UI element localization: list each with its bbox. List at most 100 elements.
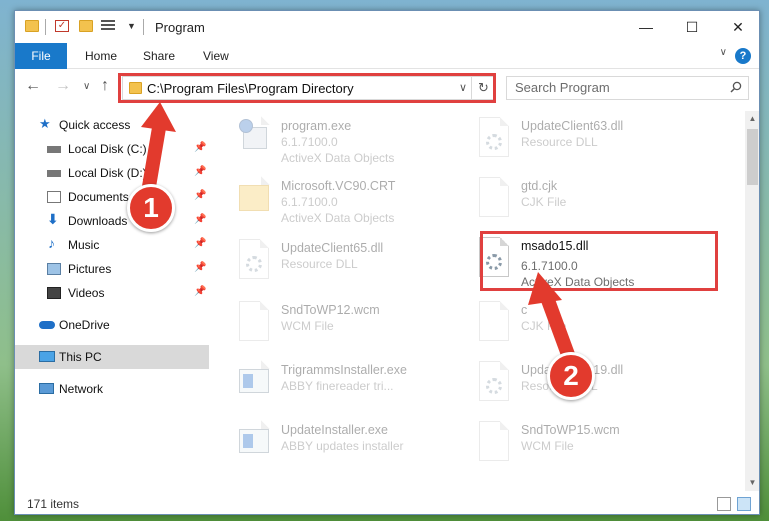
- sidebar-item-label: OneDrive: [59, 318, 110, 332]
- file-type: WCM File: [521, 439, 574, 453]
- pin-icon[interactable]: 📌: [194, 262, 206, 273]
- scroll-up-arrow-icon[interactable]: ▲: [745, 111, 759, 127]
- properties-check-icon[interactable]: ✓: [55, 20, 69, 32]
- file-description: ABBY finereader tri...: [281, 379, 394, 393]
- folder-icon: [239, 176, 270, 217]
- forward-arrow-icon[interactable]: →: [55, 77, 71, 95]
- sidebar-item-label: Videos: [68, 286, 105, 300]
- step-2-badge: 2: [547, 352, 595, 400]
- navigation-pane: ★ Quick access Local Disk (C:) 📌 Local D…: [15, 111, 209, 491]
- file-name: UpdateClient63.dll: [521, 119, 624, 133]
- dll-file-icon: [479, 361, 509, 401]
- file-version: 6.1.7100.0: [281, 135, 338, 149]
- file-name: TrigrammsInstaller.exe: [281, 363, 407, 377]
- file-name: program.exe: [281, 119, 352, 133]
- search-icon[interactable]: [730, 81, 742, 93]
- tab-home[interactable]: Home: [85, 43, 117, 69]
- large-icons-view-icon[interactable]: [737, 497, 751, 511]
- status-bar: 171 items: [15, 493, 759, 514]
- up-arrow-icon[interactable]: ↑: [101, 77, 109, 95]
- window-title: Program: [155, 20, 205, 35]
- pin-icon[interactable]: 📌: [194, 238, 206, 249]
- pin-icon[interactable]: 📌: [194, 214, 206, 225]
- ribbon-tabs: File Home Share View ∨ ?: [15, 43, 759, 69]
- network-icon: [39, 383, 54, 394]
- file-name: UpdateClient65.dll: [281, 241, 384, 255]
- sidebar-item-label: Quick access: [59, 118, 131, 132]
- expand-ribbon-icon[interactable]: ∨: [720, 47, 727, 58]
- new-folder-icon[interactable]: [79, 20, 93, 32]
- music-icon: ♪: [48, 235, 55, 251]
- file-item[interactable]: TrigrammsInstaller.exe ABBY finereader t…: [211, 357, 441, 417]
- scroll-thumb[interactable]: [747, 129, 758, 185]
- sidebar-item-onedrive[interactable]: OneDrive: [15, 313, 209, 337]
- file-item[interactable]: gtd.cjk CJK File: [451, 173, 681, 233]
- file-type: CJK File: [521, 195, 567, 209]
- file-item[interactable]: SndToWP15.wcm WCM File: [451, 417, 681, 477]
- file-type: WCM File: [281, 319, 334, 333]
- file-highlight: [480, 231, 718, 291]
- file-name: c: [521, 303, 528, 317]
- file-type: Resource DLL: [521, 135, 598, 149]
- tab-file[interactable]: File: [15, 43, 67, 69]
- tab-view[interactable]: View: [203, 43, 229, 69]
- file-list: program.exe 6.1.7100.0 ActiveX Data Obje…: [211, 111, 745, 491]
- star-icon: ★: [39, 116, 51, 131]
- scroll-down-arrow-icon[interactable]: ▼: [745, 475, 759, 491]
- help-icon[interactable]: ?: [735, 48, 751, 64]
- sidebar-item-this-pc[interactable]: This PC: [15, 345, 209, 369]
- file-item[interactable]: UpdateInstaller.exe ABBY updates install…: [211, 417, 441, 477]
- file-item[interactable]: Microsoft.VC90.CRT 6.1.7100.0 ActiveX Da…: [211, 173, 441, 233]
- blank-file-icon: [479, 177, 509, 217]
- file-item[interactable]: c CJK File: [451, 297, 681, 357]
- maximize-button[interactable]: ☐: [669, 11, 715, 43]
- details-view-icon[interactable]: [717, 497, 731, 511]
- file-type: Resource DLL: [281, 257, 358, 271]
- sidebar-item-pictures[interactable]: Pictures 📌: [15, 257, 209, 281]
- drive-icon: [47, 146, 61, 153]
- recent-locations-icon[interactable]: ∨: [83, 81, 90, 92]
- dll-file-icon: [479, 117, 509, 157]
- drive-icon: [47, 170, 61, 177]
- close-button[interactable]: ✕: [715, 11, 759, 43]
- file-description: ActiveX Data Objects: [281, 211, 395, 225]
- blank-file-icon: [239, 301, 269, 341]
- address-bar-highlight: [118, 73, 496, 103]
- pin-icon[interactable]: 📌: [194, 286, 206, 297]
- search-input[interactable]: [515, 80, 715, 95]
- pin-icon[interactable]: 📌: [194, 166, 206, 177]
- cloud-icon: [39, 321, 55, 329]
- step-1-badge: 1: [127, 184, 175, 232]
- file-version: 6.1.7100.0: [281, 195, 338, 209]
- sidebar-item-network[interactable]: Network: [15, 377, 209, 401]
- dll-file-icon: [239, 239, 269, 279]
- vertical-scrollbar[interactable]: ▲ ▼: [745, 111, 759, 491]
- item-count: 171 items: [27, 497, 80, 511]
- back-arrow-icon[interactable]: ←: [25, 77, 41, 95]
- sidebar-item-local-disk-d[interactable]: Local Disk (D:) 📌: [15, 161, 209, 185]
- videos-icon: [47, 287, 61, 299]
- sidebar-item-quick-access[interactable]: ★ Quick access: [15, 113, 209, 137]
- sidebar-item-downloads[interactable]: ⬇ Downloads 📌: [15, 209, 209, 233]
- file-item[interactable]: UpdateClient65.dll Resource DLL: [211, 235, 441, 295]
- sidebar-item-label: Music: [68, 238, 100, 252]
- file-name: gtd.cjk: [521, 179, 558, 193]
- pin-icon[interactable]: 📌: [194, 190, 206, 201]
- file-item[interactable]: SndToWP12.wcm WCM File: [211, 297, 441, 357]
- file-name: SndToWP12.wcm: [281, 303, 380, 317]
- properties-icon[interactable]: [101, 20, 115, 32]
- search-box[interactable]: [506, 76, 749, 100]
- file-description: ABBY updates installer: [281, 439, 404, 453]
- tab-share[interactable]: Share: [143, 43, 175, 69]
- file-item[interactable]: program.exe 6.1.7100.0 ActiveX Data Obje…: [211, 113, 441, 173]
- customize-toolbar-icon[interactable]: ▼: [127, 21, 136, 31]
- toolbar-separator: [143, 19, 144, 35]
- sidebar-item-videos[interactable]: Videos 📌: [15, 281, 209, 305]
- blank-file-icon: [479, 421, 509, 461]
- sidebar-item-music[interactable]: ♪ Music 📌: [15, 233, 209, 257]
- minimize-button[interactable]: —: [623, 11, 669, 43]
- sidebar-item-local-disk-c[interactable]: Local Disk (C:) 📌: [15, 137, 209, 161]
- file-item[interactable]: UpdateClient63.dll Resource DLL: [451, 113, 681, 173]
- sidebar-item-documents[interactable]: Documents 📌: [15, 185, 209, 209]
- pin-icon[interactable]: 📌: [194, 142, 206, 153]
